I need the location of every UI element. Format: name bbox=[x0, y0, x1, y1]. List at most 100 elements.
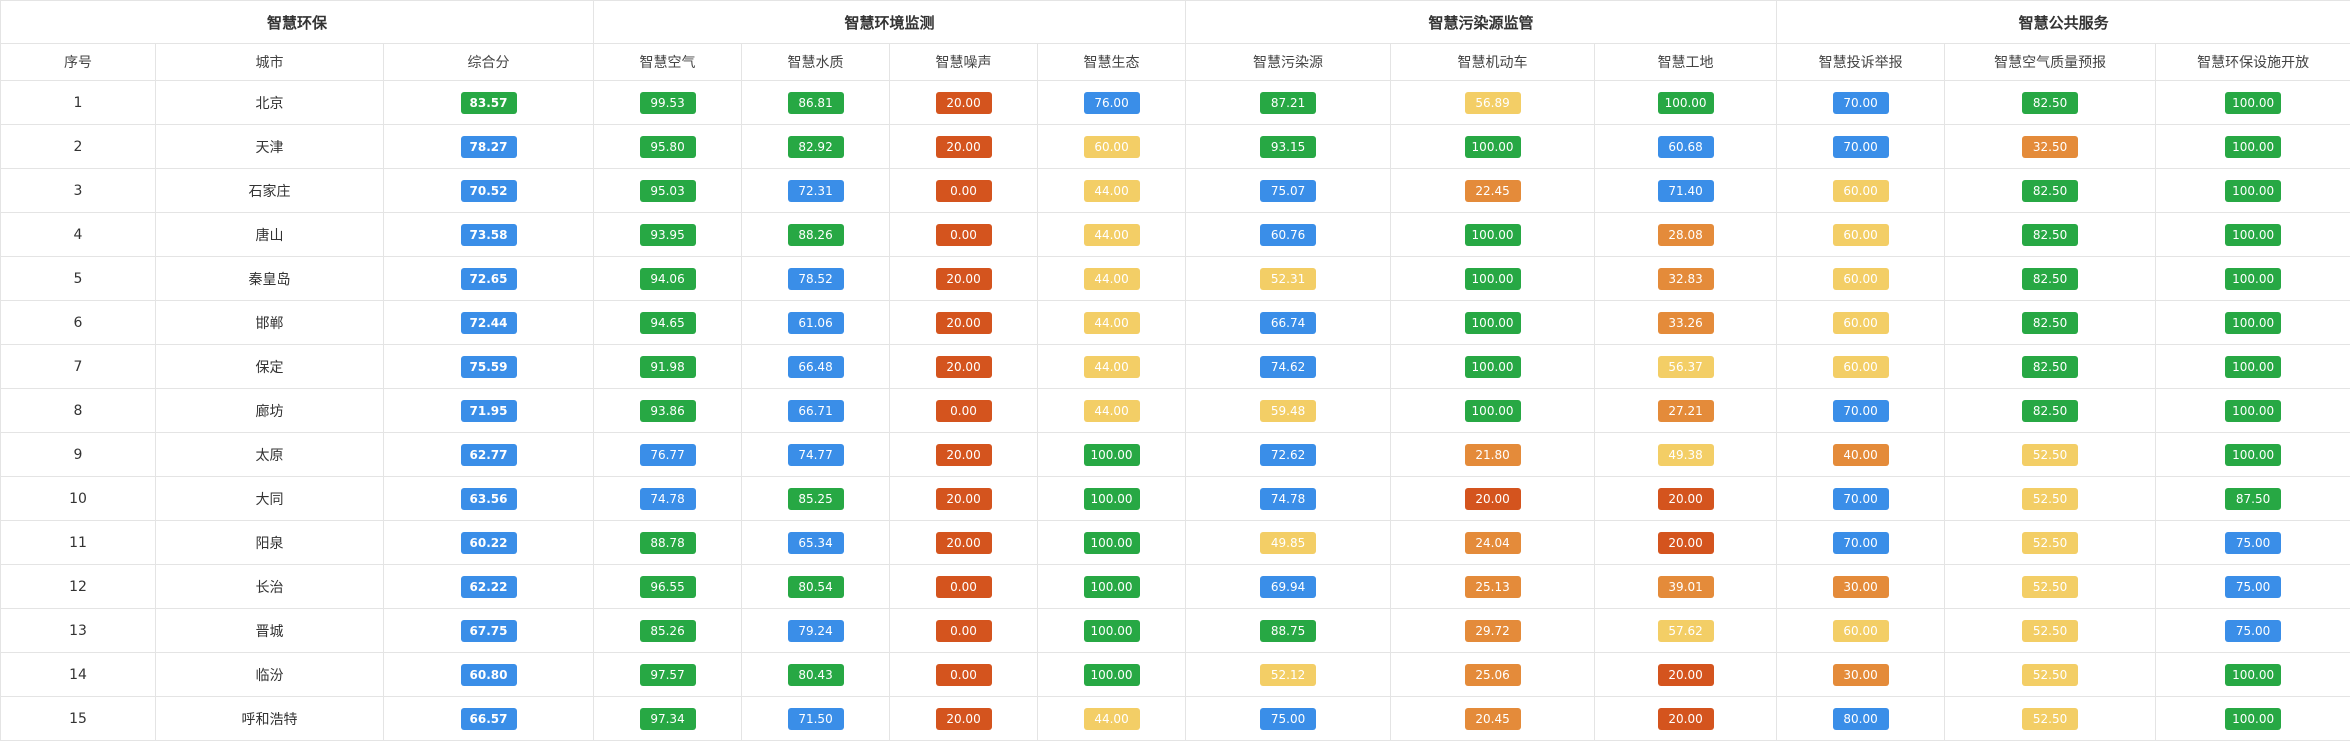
score-cell: 72.44 bbox=[382, 300, 595, 345]
score-badge: 100.00 bbox=[2225, 223, 2282, 246]
score-badge: 25.13 bbox=[1464, 575, 1521, 598]
score-badge: 66.48 bbox=[787, 355, 844, 378]
score-cell: 71.40 bbox=[1594, 168, 1778, 213]
score-badge: 82.50 bbox=[2022, 355, 2079, 378]
column-header[interactable]: 智慧投诉举报 bbox=[1776, 43, 1946, 81]
score-badge: 30.00 bbox=[1832, 663, 1889, 686]
score-badge: 82.92 bbox=[787, 135, 844, 158]
score-cell: 39.01 bbox=[1594, 564, 1778, 609]
score-cell: 0.00 bbox=[889, 388, 1039, 433]
score-cell: 28.08 bbox=[1594, 212, 1778, 257]
score-badge: 70.00 bbox=[1832, 91, 1889, 114]
score-badge: 85.26 bbox=[639, 619, 696, 642]
score-badge: 25.06 bbox=[1464, 663, 1521, 686]
score-cell: 57.62 bbox=[1594, 608, 1778, 653]
city-name: 阳泉 bbox=[155, 520, 384, 565]
overall-score-badge: 83.57 bbox=[460, 91, 517, 114]
score-cell: 32.83 bbox=[1594, 256, 1778, 301]
score-cell: 87.50 bbox=[2155, 476, 2350, 521]
score-badge: 20.00 bbox=[1464, 487, 1521, 510]
score-badge: 20.00 bbox=[935, 487, 992, 510]
score-cell: 79.24 bbox=[741, 608, 891, 653]
column-header[interactable]: 智慧污染源 bbox=[1185, 43, 1392, 81]
group-header: 智慧公共服务 bbox=[1776, 0, 2350, 44]
score-cell: 44.00 bbox=[1037, 388, 1187, 433]
score-cell: 86.81 bbox=[741, 80, 891, 125]
score-badge: 0.00 bbox=[935, 223, 992, 246]
score-cell: 82.50 bbox=[1944, 388, 2157, 433]
score-badge: 30.00 bbox=[1832, 575, 1889, 598]
score-badge: 52.12 bbox=[1260, 663, 1317, 686]
score-cell: 0.00 bbox=[889, 168, 1039, 213]
score-badge: 20.00 bbox=[935, 443, 992, 466]
column-header[interactable]: 智慧机动车 bbox=[1390, 43, 1596, 81]
column-header[interactable]: 智慧噪声 bbox=[889, 43, 1039, 81]
score-cell: 75.59 bbox=[382, 344, 595, 389]
score-badge: 28.08 bbox=[1657, 223, 1714, 246]
score-badge: 52.50 bbox=[2022, 487, 2079, 510]
score-badge: 60.76 bbox=[1260, 223, 1317, 246]
score-badge: 22.45 bbox=[1464, 179, 1521, 202]
column-header[interactable]: 智慧水质 bbox=[741, 43, 891, 81]
column-header[interactable]: 智慧工地 bbox=[1594, 43, 1778, 81]
score-cell: 20.00 bbox=[889, 256, 1039, 301]
table-row: 6 邯郸 72.44 94.65 61.06 20.00 44.00 66.74 100.00 3… bbox=[0, 300, 2350, 345]
column-header[interactable]: 序号 bbox=[0, 43, 156, 81]
city-name: 保定 bbox=[155, 344, 384, 389]
city-name: 石家庄 bbox=[155, 168, 384, 213]
score-cell: 93.86 bbox=[593, 388, 743, 433]
score-badge: 32.83 bbox=[1657, 267, 1714, 290]
row-index: 10 bbox=[0, 476, 156, 521]
score-cell: 71.95 bbox=[382, 388, 595, 433]
score-cell: 70.00 bbox=[1776, 80, 1946, 125]
score-cell: 66.71 bbox=[741, 388, 891, 433]
table-row: 1 北京 83.57 99.53 86.81 20.00 76.00 87.21 56.89 10… bbox=[0, 80, 2350, 125]
column-header[interactable]: 智慧环保设施开放 bbox=[2155, 43, 2350, 81]
score-cell: 100.00 bbox=[1390, 300, 1596, 345]
city-name: 秦皇岛 bbox=[155, 256, 384, 301]
score-badge: 60.00 bbox=[1832, 619, 1889, 642]
row-index: 4 bbox=[0, 212, 156, 257]
score-cell: 60.00 bbox=[1037, 124, 1187, 169]
score-cell: 44.00 bbox=[1037, 256, 1187, 301]
score-badge: 65.34 bbox=[787, 531, 844, 554]
score-badge: 20.00 bbox=[935, 91, 992, 114]
score-cell: 95.80 bbox=[593, 124, 743, 169]
score-badge: 78.52 bbox=[787, 267, 844, 290]
score-badge: 75.00 bbox=[2225, 619, 2282, 642]
score-badge: 82.50 bbox=[2022, 267, 2079, 290]
score-badge: 95.80 bbox=[639, 135, 696, 158]
column-header[interactable]: 智慧空气 bbox=[593, 43, 743, 81]
score-badge: 100.00 bbox=[1083, 443, 1140, 466]
score-badge: 20.00 bbox=[935, 135, 992, 158]
column-header[interactable]: 综合分 bbox=[382, 43, 595, 81]
score-cell: 100.00 bbox=[1390, 256, 1596, 301]
score-badge: 80.43 bbox=[787, 663, 844, 686]
score-badge: 52.50 bbox=[2022, 531, 2079, 554]
column-header[interactable]: 智慧生态 bbox=[1037, 43, 1187, 81]
score-badge: 70.00 bbox=[1832, 531, 1889, 554]
score-badge: 75.07 bbox=[1260, 179, 1317, 202]
score-badge: 74.78 bbox=[639, 487, 696, 510]
row-index: 9 bbox=[0, 432, 156, 477]
score-cell: 76.00 bbox=[1037, 80, 1187, 125]
table-row: 2 天津 78.27 95.80 82.92 20.00 60.00 93.15 100.00 6… bbox=[0, 124, 2350, 169]
score-cell: 22.45 bbox=[1390, 168, 1596, 213]
score-cell: 100.00 bbox=[1037, 652, 1187, 697]
overall-score-badge: 62.22 bbox=[460, 575, 517, 598]
score-badge: 75.00 bbox=[1260, 707, 1317, 730]
score-badge: 100.00 bbox=[2225, 399, 2282, 422]
score-badge: 100.00 bbox=[1464, 223, 1521, 246]
score-cell: 100.00 bbox=[1037, 520, 1187, 565]
overall-score-badge: 60.80 bbox=[460, 663, 517, 686]
row-index: 14 bbox=[0, 652, 156, 697]
score-badge: 93.15 bbox=[1260, 135, 1317, 158]
score-cell: 82.50 bbox=[1944, 168, 2157, 213]
score-cell: 100.00 bbox=[1037, 432, 1187, 477]
score-cell: 63.56 bbox=[382, 476, 595, 521]
score-cell: 99.53 bbox=[593, 80, 743, 125]
column-header[interactable]: 智慧空气质量预报 bbox=[1944, 43, 2157, 81]
score-cell: 82.92 bbox=[741, 124, 891, 169]
column-header[interactable]: 城市 bbox=[155, 43, 384, 81]
score-badge: 100.00 bbox=[1464, 355, 1521, 378]
